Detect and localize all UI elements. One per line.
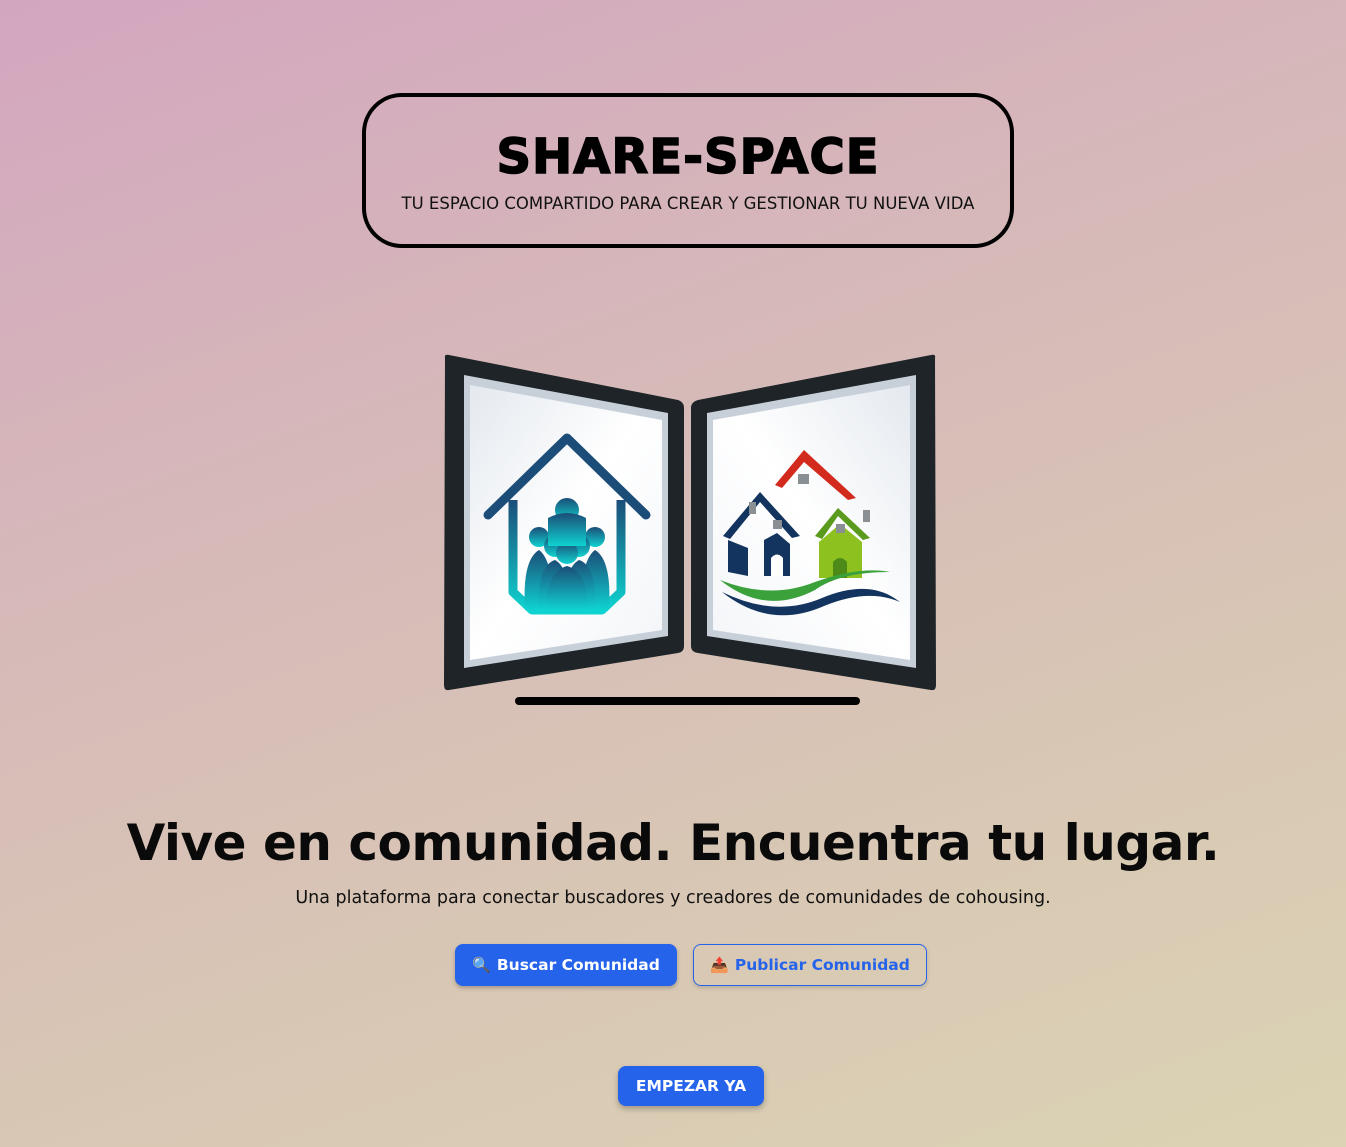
brand-title: SHARE-SPACE <box>496 128 880 186</box>
start-now-button[interactable]: EMPEZAR YA <box>618 1066 764 1106</box>
brand-header: SHARE-SPACE TU ESPACIO COMPARTIDO PARA C… <box>362 93 1014 248</box>
publish-community-label: Publicar Comunidad <box>734 956 910 974</box>
search-community-button[interactable]: 🔍 Buscar Comunidad <box>455 944 677 986</box>
brand-tagline: TU ESPACIO COMPARTIDO PARA CREAR Y GESTI… <box>401 194 975 213</box>
open-book-screens-image <box>444 354 936 705</box>
hero-headline: Vive en comunidad. Encuentra tu lugar. <box>126 814 1220 872</box>
hero-subtitle: Una plataforma para conectar buscadores … <box>295 888 1051 908</box>
hero-illustration <box>430 340 950 720</box>
outbox-tray-icon: 📤 <box>710 956 729 974</box>
search-community-label: Buscar Comunidad <box>496 956 660 974</box>
search-icon: 🔍 <box>472 956 491 974</box>
hero-actions: 🔍 Buscar Comunidad 📤 Publicar Comunidad <box>455 944 927 986</box>
publish-community-button[interactable]: 📤 Publicar Comunidad <box>693 944 927 986</box>
